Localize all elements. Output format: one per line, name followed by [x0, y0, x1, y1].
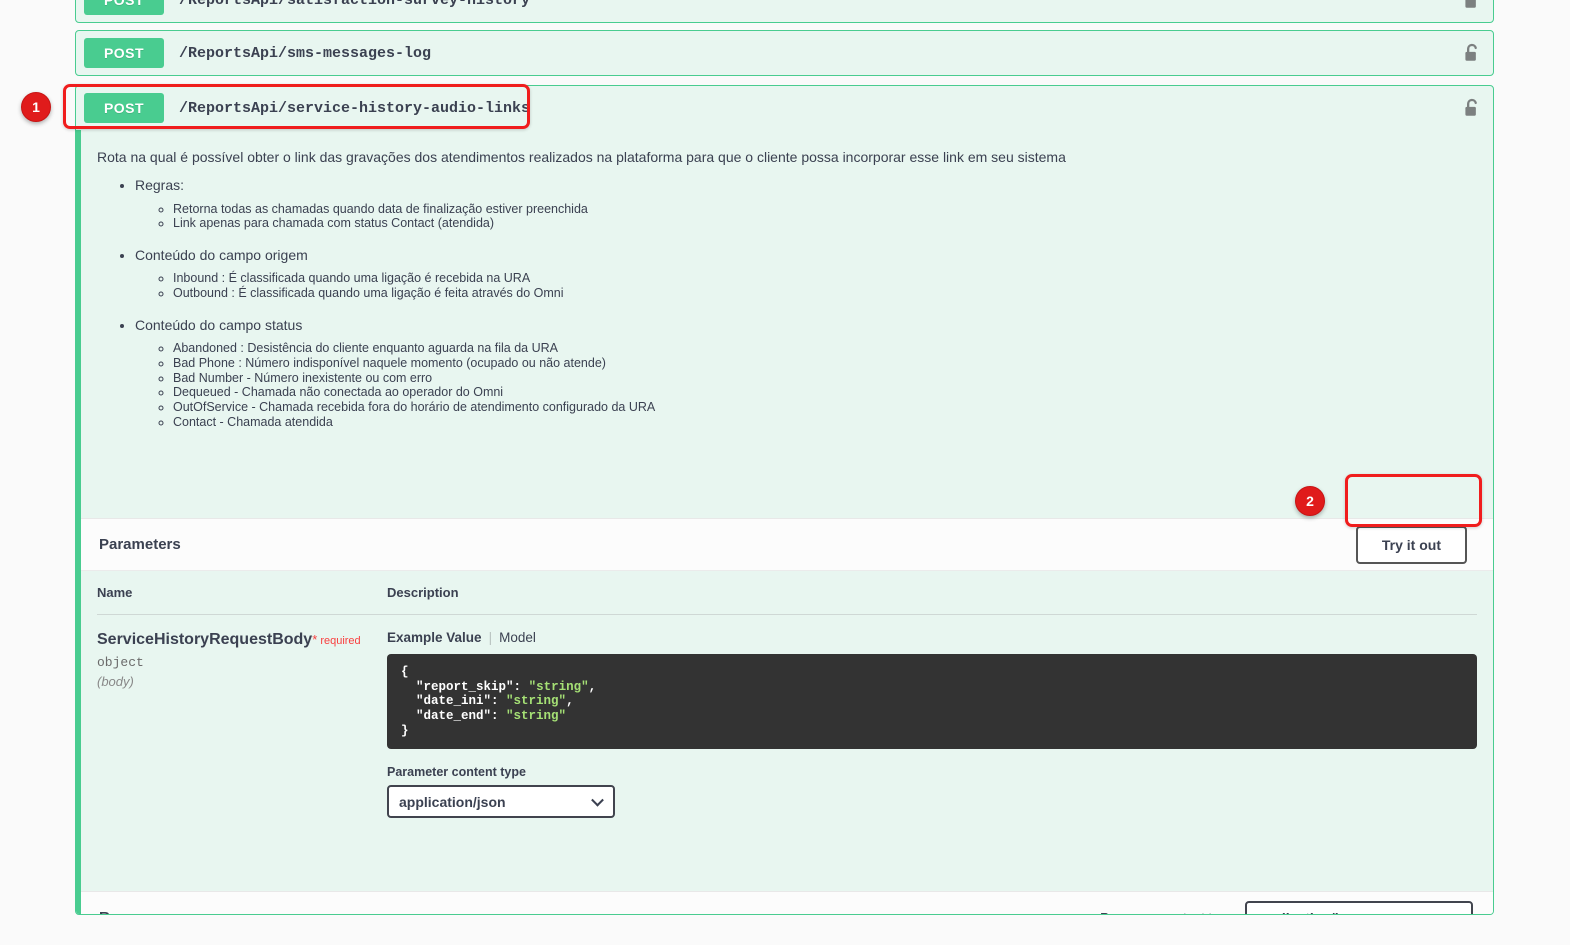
- list-item: Bad Number - Número inexistente ou com e…: [173, 371, 1493, 386]
- chevron-down-icon: [591, 793, 604, 807]
- parameter-content-type-value: application/json: [399, 793, 506, 810]
- parameters-header-strip: Parameters Try it out: [81, 518, 1493, 571]
- code-key: "date_ini":: [416, 694, 499, 709]
- group-title: Conteúdo do campo origem: [135, 247, 308, 264]
- operation-summary[interactable]: POST /ReportsApi/sms-messages-log: [76, 31, 1493, 75]
- code-comma: ,: [566, 694, 574, 709]
- code-key: "report_skip":: [416, 679, 522, 694]
- http-method-badge: POST: [84, 93, 164, 123]
- list-item: Link apenas para chamada com status Cont…: [173, 216, 1493, 231]
- parameter-type: object: [97, 655, 144, 671]
- list-item: Inbound : É classificada quando uma liga…: [173, 271, 1493, 286]
- annotation-marker-1: 1: [21, 92, 51, 122]
- list-item: Contact - Chamada atendida: [173, 415, 1493, 430]
- code-value: "string": [506, 708, 567, 723]
- operation-summary[interactable]: POST /ReportsApi/satisfaction-survey-his…: [76, 0, 1493, 22]
- parameters-table: Name Description ServiceHistoryRequestBo…: [97, 585, 1477, 819]
- group-items: Abandoned : Desistência do cliente enqua…: [135, 341, 1493, 430]
- parameter-description-cell: Example Value | Model { "report_skip": "st…: [387, 630, 1477, 819]
- unlocked-padlock-icon[interactable]: [1461, 42, 1483, 64]
- swagger-ui-page: POST /ReportsApi/satisfaction-survey-his…: [0, 0, 1570, 945]
- code-close-brace: }: [401, 723, 409, 738]
- operation-block-service-history-audio-links[interactable]: POST /ReportsApi/service-history-audio-l…: [75, 85, 1494, 915]
- description-group-status: Conteúdo do campo status Abandoned : Des…: [135, 315, 1493, 430]
- http-method-badge: POST: [84, 38, 164, 68]
- group-title: Conteúdo do campo status: [135, 316, 303, 333]
- required-label: required: [320, 635, 361, 647]
- list-item: OutOfService - Chamada recebida fora do …: [173, 400, 1493, 415]
- unlocked-padlock-icon[interactable]: [1461, 97, 1483, 119]
- list-item: Outbound : É classificada quando uma lig…: [173, 286, 1493, 301]
- example-value-code-block: { "report_skip": "string", "date_ini": "…: [387, 654, 1477, 750]
- code-open-brace: {: [401, 665, 409, 679]
- parameter-content-type-label: Parameter content type: [387, 765, 526, 780]
- operation-path: /ReportsApi/sms-messages-log: [179, 44, 432, 62]
- parameter-name-cell: ServiceHistoryRequestBody* required obje…: [97, 630, 387, 818]
- operation-path: /ReportsApi/satisfaction-survey-history: [179, 0, 531, 9]
- description-group-origem: Conteúdo do campo origem Inbound : É cla…: [135, 245, 1493, 301]
- try-it-out-button[interactable]: Try it out: [1355, 525, 1467, 564]
- group-title: Regras:: [135, 177, 185, 194]
- description-group-regras: Regras: Retorna todas as chamadas quando…: [135, 175, 1493, 231]
- parameter-location: (body): [97, 674, 134, 690]
- operation-summary[interactable]: POST /ReportsApi/service-history-audio-l…: [76, 86, 1493, 130]
- group-items: Inbound : É classificada quando uma liga…: [135, 271, 1493, 301]
- unlocked-padlock-icon[interactable]: [1461, 0, 1483, 11]
- table-row: ServiceHistoryRequestBody* required obje…: [97, 615, 1477, 819]
- annotation-marker-2: 2: [1295, 486, 1325, 516]
- list-item: Dequeued - Chamada não conectada ao oper…: [173, 385, 1493, 400]
- required-star: *: [312, 632, 318, 647]
- parameters-table-header: Name Description: [97, 585, 1477, 615]
- operation-path: /ReportsApi/service-history-audio-links: [179, 99, 531, 117]
- parameter-name: ServiceHistoryRequestBody* required: [97, 630, 387, 649]
- code-value: "string": [506, 694, 567, 709]
- responses-header-strip: Responses Response content type applicat…: [81, 891, 1493, 915]
- tab-model[interactable]: Model: [499, 630, 536, 645]
- description-intro: Rota na qual é possível obter o link das…: [97, 149, 1066, 165]
- http-method-badge: POST: [84, 0, 164, 15]
- parameter-content-type-select[interactable]: application/json: [387, 785, 615, 819]
- parameters-title: Parameters: [99, 536, 181, 553]
- response-content-type-label: Response content type: [1100, 910, 1233, 914]
- code-comma: ,: [588, 679, 597, 694]
- code-key: "date_end":: [416, 708, 499, 723]
- response-content-type-value: application/json: [1257, 910, 1364, 915]
- list-item: Abandoned : Desistência do cliente enqua…: [173, 341, 1493, 356]
- operation-block-sms-messages-log[interactable]: POST /ReportsApi/sms-messages-log: [75, 30, 1494, 76]
- list-item: Bad Phone : Número indisponível naquele …: [173, 356, 1493, 371]
- code-value: "string": [528, 679, 589, 694]
- response-content-type-select[interactable]: application/json: [1245, 901, 1473, 915]
- operation-block-satisfaction-survey-history[interactable]: POST /ReportsApi/satisfaction-survey-his…: [75, 0, 1494, 23]
- tab-example-value[interactable]: Example Value: [387, 630, 482, 645]
- operation-body: Rota na qual é possível obter o link das…: [76, 130, 1493, 915]
- responses-title: Responses: [99, 909, 179, 914]
- parameter-name-text: ServiceHistoryRequestBody: [97, 631, 313, 648]
- operation-description: Rota na qual é possível obter o link das…: [81, 130, 1493, 430]
- list-item: Retorna todas as chamadas quando data de…: [173, 202, 1493, 217]
- group-items: Retorna todas as chamadas quando data de…: [135, 202, 1493, 232]
- column-header-description: Description: [387, 585, 459, 600]
- example-model-tabs: Example Value | Model: [387, 630, 536, 645]
- description-list: Regras: Retorna todas as chamadas quando…: [97, 175, 1493, 429]
- column-header-name: Name: [97, 585, 133, 600]
- chevron-down-icon: [1449, 909, 1462, 914]
